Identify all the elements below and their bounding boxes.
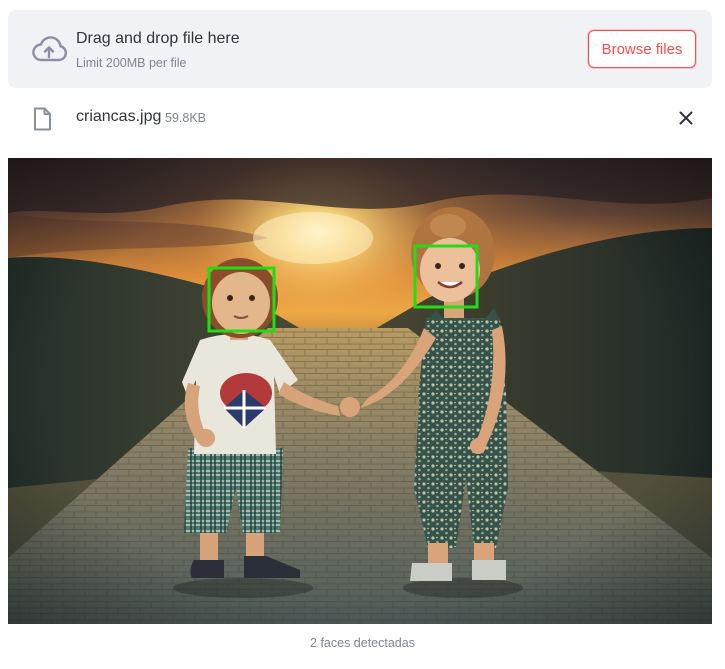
browse-files-button[interactable]: Browse files — [588, 30, 696, 68]
dropzone-limit: Limit 200MB per file — [76, 56, 187, 70]
face-detection-image — [8, 158, 712, 624]
file-icon — [34, 107, 51, 131]
file-dropzone[interactable]: Drag and drop file here Limit 200MB per … — [8, 10, 712, 88]
close-icon — [679, 111, 693, 125]
remove-file-button[interactable] — [674, 106, 698, 130]
uploaded-file-row: criancas.jpg 59.8KB — [8, 96, 712, 140]
cloud-upload-icon — [32, 36, 68, 62]
dropzone-title: Drag and drop file here — [76, 30, 240, 47]
streamlit-page: Drag and drop file here Limit 200MB per … — [0, 0, 725, 669]
image-caption: 2 faces detectadas — [310, 636, 415, 650]
file-name: criancas.jpg — [76, 108, 162, 125]
file-size: 59.8KB — [165, 111, 207, 125]
